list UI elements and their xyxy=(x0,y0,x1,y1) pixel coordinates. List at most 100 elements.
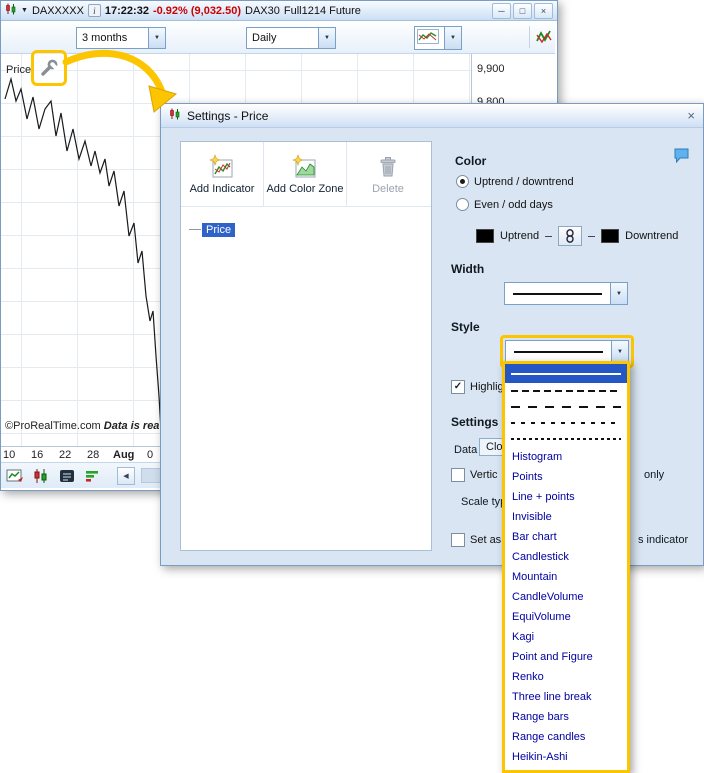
delete-button[interactable]: Delete xyxy=(346,142,429,206)
trash-icon xyxy=(375,154,401,180)
width-heading: Width xyxy=(451,262,484,276)
chart-type-button[interactable]: ▼ xyxy=(414,26,462,50)
add-color-zone-button[interactable]: Add Color Zone xyxy=(263,142,346,206)
link-colors-button[interactable] xyxy=(558,226,582,246)
only-label: only xyxy=(644,469,664,481)
radio-button[interactable] xyxy=(456,175,469,188)
news-icon[interactable] xyxy=(57,467,77,485)
timeframe-select[interactable]: Daily ▼ xyxy=(246,27,336,49)
style-option[interactable]: EquiVolume xyxy=(505,607,627,627)
wrench-icon[interactable] xyxy=(39,58,59,78)
chart-window-titlebar[interactable]: ▼ DAXXXXX i 17:22:32 -0.92% (9,032.50) D… xyxy=(1,1,557,21)
style-option[interactable]: Histogram xyxy=(505,447,627,467)
annotation-highlight-wrench xyxy=(31,50,67,86)
style-line-preview xyxy=(514,351,603,353)
add-indicator-icon xyxy=(209,154,235,180)
style-option[interactable]: Mountain xyxy=(505,567,627,587)
style-option[interactable]: Line + points xyxy=(505,487,627,507)
scroll-left-button[interactable]: ◀ xyxy=(117,467,135,485)
style-option[interactable]: CandleVolume xyxy=(505,587,627,607)
chart-toolbar: 3 months ▼ Daily ▼ ▼ xyxy=(1,21,555,54)
indicator-panel-toolbar: Add Indicator Add Color Zone xyxy=(181,142,431,207)
chevron-down-icon[interactable]: ▼ xyxy=(148,28,165,48)
style-option[interactable]: Range bars xyxy=(505,707,627,727)
set-as-default-checkbox[interactable] xyxy=(451,533,465,547)
settings-dialog-titlebar[interactable]: Settings - Price × xyxy=(161,104,703,128)
style-dropdown: HistogramPointsLine + pointsInvisibleBar… xyxy=(502,361,630,773)
add-indicator-button[interactable]: Add Indicator xyxy=(181,142,263,206)
radio-label: Even / odd days xyxy=(474,199,553,211)
style-option[interactable]: Kagi xyxy=(505,627,627,647)
style-option-line-solid[interactable] xyxy=(505,364,627,383)
uptrend-color-swatch[interactable] xyxy=(476,229,494,243)
data-feed-note: Data is rea xyxy=(104,420,160,432)
info-icon[interactable]: i xyxy=(88,4,101,17)
chevron-down-icon[interactable]: ▼ xyxy=(610,283,627,304)
highlight-checkbox-row[interactable]: ✓ Highligh xyxy=(451,380,510,394)
x-axis-label: 16 xyxy=(31,449,43,461)
radio-even-odd-days[interactable]: Even / odd days xyxy=(456,198,553,211)
line-style-preview xyxy=(511,422,621,424)
style-option[interactable]: Heikin-Ashi xyxy=(505,747,627,767)
market-label: DAX30 xyxy=(245,5,280,17)
add-color-zone-label: Add Color Zone xyxy=(266,183,343,195)
chain-link-icon xyxy=(565,229,575,243)
tree-branch-line xyxy=(189,229,201,230)
downtrend-label: Downtrend xyxy=(625,230,678,242)
range-value: 3 months xyxy=(77,32,148,44)
radio-button[interactable] xyxy=(456,198,469,211)
highlight-checkbox[interactable]: ✓ xyxy=(451,380,465,394)
add-color-zone-icon xyxy=(292,154,318,180)
vertical-label: Vertic xyxy=(470,469,498,481)
chart-type-icon xyxy=(415,29,444,47)
comment-icon[interactable] xyxy=(673,147,690,166)
chevron-down-icon[interactable]: ▼ xyxy=(611,341,628,362)
style-option-line-dash-b[interactable] xyxy=(505,399,627,415)
style-option-line-dash-d[interactable] xyxy=(505,431,627,447)
width-select[interactable]: ▼ xyxy=(504,282,628,305)
style-option-line-dash-a[interactable] xyxy=(505,383,627,399)
maximize-button[interactable]: □ xyxy=(513,3,532,19)
range-select[interactable]: 3 months ▼ xyxy=(76,27,166,49)
trading-screen-icon[interactable] xyxy=(5,467,25,485)
candlestick-tool-icon[interactable] xyxy=(31,467,51,485)
style-option[interactable]: Invisible xyxy=(505,507,627,527)
symbol-label: DAXXXXX xyxy=(32,5,84,17)
line-style-preview xyxy=(511,406,621,408)
clock-time: 17:22:32 xyxy=(105,5,149,17)
timeframe-value: Daily xyxy=(247,32,318,44)
style-dropdown-list: HistogramPointsLine + pointsInvisibleBar… xyxy=(505,364,627,767)
style-option[interactable]: Range candles xyxy=(505,727,627,747)
downtrend-color-swatch[interactable] xyxy=(601,229,619,243)
chevron-down-icon[interactable]: ▼ xyxy=(318,28,335,48)
style-option[interactable]: Points xyxy=(505,467,627,487)
chevron-down-icon[interactable]: ▼ xyxy=(444,27,461,49)
link-dash xyxy=(588,236,595,237)
vertical-checkbox-row[interactable]: Vertic xyxy=(451,468,498,482)
vertical-checkbox[interactable] xyxy=(451,468,465,482)
style-option-line-dash-c[interactable] xyxy=(505,415,627,431)
style-option[interactable]: Three line break xyxy=(505,687,627,707)
minimize-button[interactable]: ─ xyxy=(492,3,511,19)
close-button[interactable]: × xyxy=(534,3,553,19)
dialog-close-button[interactable]: × xyxy=(687,109,695,122)
indicator-tool-icon[interactable] xyxy=(535,28,553,49)
data-label: Data xyxy=(454,444,477,456)
color-heading: Color xyxy=(455,154,486,168)
style-heading: Style xyxy=(451,320,480,334)
style-select[interactable]: ▼ xyxy=(505,340,629,363)
link-dash xyxy=(545,236,552,237)
style-option[interactable]: Point and Figure xyxy=(505,647,627,667)
tree-item-price[interactable]: Price xyxy=(189,223,235,237)
ranking-bars-icon[interactable] xyxy=(83,467,103,485)
add-indicator-label: Add Indicator xyxy=(190,183,255,195)
line-style-preview xyxy=(511,390,621,392)
radio-uptrend-downtrend[interactable]: Uptrend / downtrend xyxy=(456,175,574,188)
set-as-default-row[interactable]: Set as xyxy=(451,533,501,547)
style-option[interactable]: Renko xyxy=(505,667,627,687)
style-option[interactable]: Candlestick xyxy=(505,547,627,567)
set-as-label: Set as xyxy=(470,534,501,546)
symbol-menu-icon[interactable]: ▼ xyxy=(21,7,28,14)
width-line-preview xyxy=(513,293,602,295)
style-option[interactable]: Bar chart xyxy=(505,527,627,547)
